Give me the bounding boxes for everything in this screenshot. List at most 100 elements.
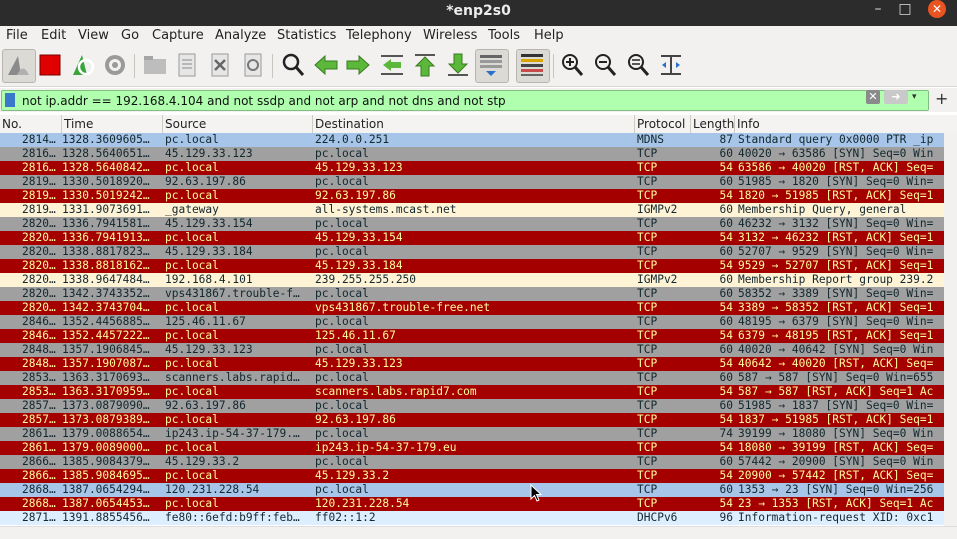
cell-time: 1328.5640842…: [62, 161, 150, 174]
first-packet-icon[interactable]: [410, 50, 440, 80]
shark-fin-start-icon[interactable]: [2, 49, 36, 83]
table-row[interactable]: 2819… 1330.5018920… 92.63.197.86 pc.local TC…: [0, 175, 944, 189]
normal-size-icon[interactable]: [623, 50, 653, 80]
column-header-source[interactable]: Source: [162, 115, 312, 133]
table-row[interactable]: 2853… 1363.3170693… scanners.labs.rapid… pc…: [0, 371, 944, 385]
cell-protocol: TCP: [637, 287, 658, 300]
column-header-no[interactable]: No.: [0, 115, 61, 133]
stop-capture-icon[interactable]: [35, 50, 65, 80]
bookmark-icon[interactable]: [5, 93, 15, 107]
cell-time: 1342.3743704…: [62, 301, 150, 314]
cell-destination: ip243.ip-54-37-179.eu: [315, 441, 457, 454]
apply-filter-arrow-icon[interactable]: ➜: [884, 90, 908, 104]
cell-info: 3132 → 46232 [RST, ACK] Seq=1: [738, 231, 934, 244]
auto-scroll-icon[interactable]: [475, 49, 509, 83]
zoom-out-icon[interactable]: [590, 50, 620, 80]
vertical-scrollbar[interactable]: [944, 133, 957, 526]
table-row[interactable]: 2866… 1385.9084379… 45.129.33.2 pc.local TCP…: [0, 455, 944, 469]
main-toolbar: [0, 46, 957, 87]
table-row[interactable]: 2846… 1352.4457222… pc.local 125.46.11.67 TC…: [0, 329, 944, 343]
table-row[interactable]: 2848… 1357.1907087… pc.local 45.129.33.123 T…: [0, 357, 944, 371]
close-button[interactable]: ✕: [928, 0, 946, 18]
table-row[interactable]: 2861… 1379.0089000… pc.local ip243.ip-54-37…: [0, 441, 944, 455]
cell-source: pc.local: [165, 231, 219, 244]
cell-info: 52707 → 9529 [SYN] Seq=0 Win=: [738, 245, 934, 258]
table-row[interactable]: 2861… 1379.0088654… ip243.ip-54-37-179.… pc…: [0, 427, 944, 441]
menu-view[interactable]: View: [78, 28, 109, 43]
table-row[interactable]: 2820… 1336.7941581… 45.129.33.154 pc.local T…: [0, 217, 944, 231]
cell-no: 2846…: [22, 315, 56, 328]
cell-time: 1352.4456885…: [62, 315, 150, 328]
table-row[interactable]: 2853… 1363.3170959… pc.local scanners.labs.…: [0, 385, 944, 399]
go-back-arrow-icon[interactable]: [311, 50, 341, 80]
table-row[interactable]: 2816… 1328.5640651… 45.129.33.123 pc.local T…: [0, 147, 944, 161]
cell-info: 20900 → 57442 [RST, ACK] Seq=: [738, 469, 934, 482]
table-row[interactable]: 2868… 1387.0654453… pc.local 120.231.228.54…: [0, 497, 944, 511]
last-packet-icon[interactable]: [443, 50, 473, 80]
table-row[interactable]: 2819… 1331.9073691… _gateway all-systems.mc…: [0, 203, 944, 217]
table-row[interactable]: 2848… 1357.1906845… 45.129.33.123 pc.local T…: [0, 343, 944, 357]
reload-file-icon[interactable]: [238, 50, 268, 80]
menu-telephony[interactable]: Telephony: [346, 28, 412, 43]
display-filter-input[interactable]: [22, 91, 862, 110]
clear-filter-icon[interactable]: ✕: [866, 90, 880, 104]
open-file-icon[interactable]: [140, 50, 170, 80]
menu-statistics[interactable]: Statistics: [277, 28, 336, 43]
table-row[interactable]: 2866… 1385.9084695… pc.local 45.129.33.2 TCP…: [0, 469, 944, 483]
menu-go[interactable]: Go: [121, 28, 139, 43]
column-header-destination[interactable]: Destination: [312, 115, 634, 133]
table-row[interactable]: 2868… 1387.0654294… 120.231.228.54 pc.local…: [0, 483, 944, 497]
menu-wireless[interactable]: Wireless: [423, 28, 477, 43]
table-row[interactable]: 2820… 1342.3743352… vps431867.trouble-f… pc…: [0, 287, 944, 301]
cell-time: 1336.7941581…: [62, 217, 150, 230]
table-row[interactable]: 2816… 1328.5640842… pc.local 45.129.33.123 T…: [0, 161, 944, 175]
menu-bar: File Edit View Go Capture Analyze Statis…: [0, 26, 957, 46]
menu-file[interactable]: File: [6, 28, 28, 43]
table-row[interactable]: 2820… 1342.3743704… pc.local vps431867.trou…: [0, 301, 944, 315]
filter-history-chevron-down-icon[interactable]: ▾: [912, 92, 917, 102]
table-row[interactable]: 2819… 1330.5019242… pc.local 92.63.197.86 TC…: [0, 189, 944, 203]
table-row[interactable]: 2857… 1373.0879389… pc.local 92.63.197.86 TC…: [0, 413, 944, 427]
cell-info: 63586 → 40020 [RST, ACK] Seq=: [738, 161, 934, 174]
column-header-protocol[interactable]: Protocol: [634, 115, 690, 133]
menu-tools[interactable]: Tools: [488, 28, 520, 43]
minimize-button[interactable]: –: [866, 0, 890, 22]
table-row[interactable]: 2857… 1373.0879090… 92.63.197.86 pc.local TC…: [0, 399, 944, 413]
cell-destination: pc.local: [315, 343, 369, 356]
table-row[interactable]: 2814… 1328.3609605… pc.local 224.0.0.251 MDN…: [0, 133, 944, 147]
table-row[interactable]: 2871… 1391.8855456… fe80::6efd:b9ff:feb… ff…: [0, 511, 944, 525]
menu-edit[interactable]: Edit: [41, 28, 66, 43]
cell-source: pc.local: [165, 301, 219, 314]
cell-source: 45.129.33.154: [165, 217, 253, 230]
menu-help[interactable]: Help: [534, 28, 564, 43]
cell-protocol: TCP: [637, 315, 658, 328]
save-file-icon[interactable]: [172, 50, 202, 80]
column-header-time[interactable]: Time: [61, 115, 162, 133]
cell-source: 45.129.33.123: [165, 343, 253, 356]
cell-time: 1331.9073691…: [62, 203, 150, 216]
go-forward-arrow-icon[interactable]: [343, 50, 373, 80]
capture-options-gear-icon[interactable]: [100, 50, 130, 80]
cell-info: 57442 → 20900 [SYN] Seq=0 Win: [738, 455, 934, 468]
table-row[interactable]: 2820… 1338.8818162… pc.local 45.129.33.184 T…: [0, 259, 944, 273]
colorize-packet-list-icon[interactable]: [516, 49, 550, 83]
table-row[interactable]: 2820… 1338.8817823… 45.129.33.184 pc.local T…: [0, 245, 944, 259]
horizontal-scrollbar[interactable]: [0, 526, 957, 539]
restart-capture-icon[interactable]: [67, 50, 97, 80]
add-filter-button[interactable]: +: [935, 90, 948, 108]
find-packet-search-icon[interactable]: [278, 50, 308, 80]
cell-length: 60: [719, 203, 733, 216]
zoom-in-icon[interactable]: [557, 50, 587, 80]
column-header-info[interactable]: Info: [734, 115, 957, 133]
column-header-length[interactable]: Length: [690, 115, 734, 133]
maximize-button[interactable]: □: [893, 0, 917, 22]
menu-analyze[interactable]: Analyze: [215, 28, 266, 43]
table-row[interactable]: 2846… 1352.4456885… 125.46.11.67 pc.local TC…: [0, 315, 944, 329]
menu-capture[interactable]: Capture: [152, 28, 204, 43]
resize-columns-icon[interactable]: [656, 50, 686, 80]
window-title: *enp2s0: [446, 3, 511, 19]
close-file-icon[interactable]: [205, 50, 235, 80]
table-row[interactable]: 2820… 1338.9647484… 192.168.4.101 239.255.2…: [0, 273, 944, 287]
table-row[interactable]: 2820… 1336.7941913… pc.local 45.129.33.154 T…: [0, 231, 944, 245]
go-to-packet-icon[interactable]: [377, 50, 407, 80]
